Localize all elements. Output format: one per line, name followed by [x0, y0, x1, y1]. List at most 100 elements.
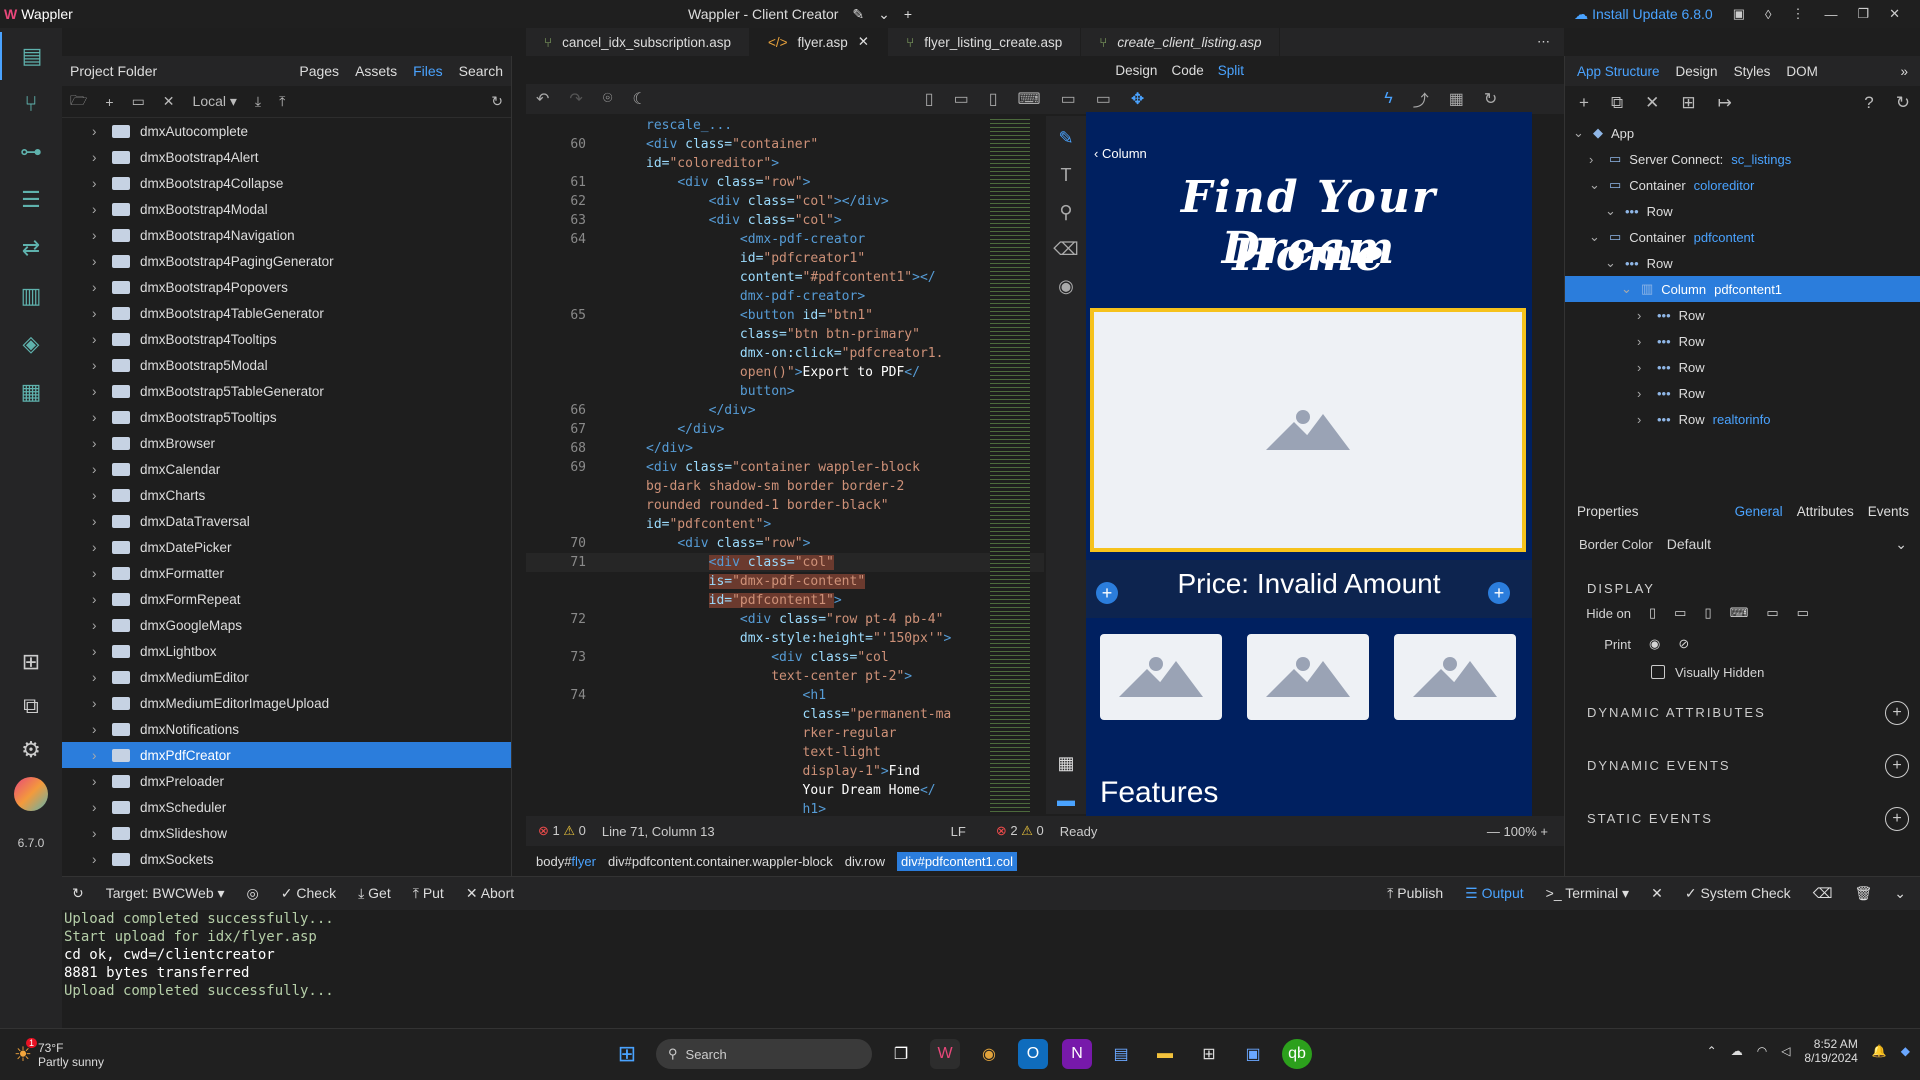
ruler-icon[interactable]: ▬ — [1057, 790, 1075, 811]
chevron-right-icon[interactable]: › — [92, 150, 102, 165]
file-tree-item[interactable]: › dmxBrowser — [62, 430, 511, 456]
code-line[interactable]: dmx-on:click="pdfcreator1. — [526, 344, 1044, 363]
mode-code[interactable]: Code — [1171, 63, 1203, 78]
file-tree-item[interactable]: › dmxSlideshow — [62, 820, 511, 846]
tab-styles[interactable]: Styles — [1734, 64, 1771, 79]
file-tree-item[interactable]: › dmxGoogleMaps — [62, 612, 511, 638]
tab-assets[interactable]: Assets — [355, 63, 397, 79]
file-tree-item[interactable]: › dmxCalendar — [62, 456, 511, 482]
notifications-icon[interactable]: 🔔 — [1872, 1044, 1887, 1058]
column-breadcrumb-label[interactable]: ‹ Column — [1094, 146, 1147, 161]
code-line[interactable]: Your Dream Home</ — [526, 781, 1044, 800]
file-tree-item[interactable]: › dmxDatePicker — [62, 534, 511, 560]
price-text[interactable]: Price: Invalid Amount — [1086, 568, 1532, 600]
code-line[interactable]: 62 <div class="col"></div> — [526, 192, 1044, 211]
chevron-right-icon[interactable]: › — [92, 280, 102, 295]
device-wide-icon[interactable]: ▭ — [1096, 89, 1111, 109]
cursor-position[interactable]: Line 71, Column 13 — [602, 824, 715, 839]
file-tree-item[interactable]: › dmxFormatter — [62, 560, 511, 586]
clear-output-icon[interactable]: ⌫ — [1813, 885, 1833, 902]
hide-laptop-icon[interactable]: ⌨ — [1730, 605, 1749, 621]
get-button[interactable]: ⤓ Get — [358, 885, 391, 902]
accessibility-icon[interactable]: ⚲ — [1059, 202, 1072, 223]
tab-create-client-listing[interactable]: ⑂ create_client_listing.asp — [1081, 28, 1281, 56]
task-view-icon[interactable]: ❐ — [886, 1039, 916, 1069]
code-line[interactable]: id="pdfcreator1" — [526, 249, 1044, 268]
dark-mode-icon[interactable]: ☾ — [632, 89, 646, 109]
file-explorer-icon[interactable]: ▬ — [1150, 1039, 1180, 1069]
hide-phone-icon[interactable]: ▯ — [1649, 605, 1656, 621]
file-tree-item[interactable]: › dmxBootstrap4Modal — [62, 196, 511, 222]
device-tablet-icon[interactable]: ▯ — [989, 89, 998, 109]
tab-app-structure[interactable]: App Structure — [1577, 64, 1660, 79]
code-line[interactable]: dmx-style:height="'150px'"> — [526, 629, 1044, 648]
tree-node[interactable]: ⌄ ▭ Container pdfcontent — [1565, 224, 1920, 250]
files-icon[interactable]: ▤ — [0, 32, 62, 80]
app-icon[interactable]: ▣ — [1238, 1039, 1268, 1069]
add-static-event-icon[interactable]: + — [1885, 806, 1909, 831]
device-desktop-icon[interactable]: ▭ — [1061, 89, 1076, 109]
code-line[interactable]: 72 <div class="row pt-4 pb-4" — [526, 610, 1044, 629]
chevron-right-icon[interactable]: › — [92, 332, 102, 347]
mode-split[interactable]: Split — [1218, 63, 1244, 78]
taskbar-search[interactable]: ⚲ Search — [656, 1039, 872, 1069]
chevron-right-icon[interactable]: › — [92, 566, 102, 581]
tab-pages[interactable]: Pages — [299, 63, 339, 79]
new-folder-icon[interactable]: ▭ — [132, 93, 145, 110]
add-component-icon[interactable]: + — [1579, 93, 1589, 113]
quickbooks-icon[interactable]: qb — [1282, 1039, 1312, 1069]
share-icon[interactable]: ⤴ — [1413, 87, 1429, 111]
add-icon[interactable]: + — [904, 6, 912, 22]
chevron-icon[interactable]: › — [1589, 152, 1601, 167]
code-line[interactable]: id="pdfcontent1"> — [526, 591, 1044, 610]
tree-node[interactable]: › ••• Row — [1565, 354, 1920, 380]
device-laptop-icon[interactable]: ⌨ — [1018, 89, 1041, 109]
code-line[interactable]: content="#pdfcontent1"></ — [526, 268, 1044, 287]
chevron-icon[interactable]: ⌄ — [1573, 125, 1585, 141]
chevron-right-icon[interactable]: › — [92, 696, 102, 711]
crumb-container[interactable]: div#pdfcontent.container.wappler-block — [608, 854, 833, 869]
file-tree-item[interactable]: › dmxDataTraversal — [62, 508, 511, 534]
code-line[interactable]: class="btn btn-primary" — [526, 325, 1044, 344]
chevron-icon[interactable]: › — [1637, 386, 1649, 401]
collapse-output-icon[interactable]: ⌄ — [1894, 885, 1920, 902]
routing-icon[interactable]: ⇄ — [0, 224, 62, 272]
store-icon[interactable]: ⊞ — [1194, 1039, 1224, 1069]
device-phone-landscape-icon[interactable]: ▭ — [954, 89, 969, 109]
hide-wide-icon[interactable]: ▭ — [1797, 605, 1809, 621]
code-line[interactable]: 60 <div class="container" — [526, 135, 1044, 154]
code-line[interactable]: 64 <dmx-pdf-creator — [526, 230, 1044, 249]
move-icon[interactable]: ✥ — [1131, 89, 1144, 109]
code-line[interactable]: dmx-pdf-creator> — [526, 287, 1044, 306]
tab-dom[interactable]: DOM — [1786, 64, 1818, 79]
code-line[interactable]: 73 <div class="col — [526, 648, 1044, 667]
clock[interactable]: 8:52 AM 8/19/2024 — [1804, 1037, 1857, 1065]
publish-button[interactable]: ⤒ Publish — [1387, 885, 1443, 902]
chevron-right-icon[interactable]: › — [92, 462, 102, 477]
chevron-right-icon[interactable]: › — [92, 826, 102, 841]
code-line[interactable]: 69 <div class="container wappler-block — [526, 458, 1044, 477]
file-tree-item[interactable]: › dmxFormRepeat — [62, 586, 511, 612]
tree-node[interactable]: ⌄ ••• Row — [1565, 250, 1920, 276]
chevron-right-icon[interactable]: › — [92, 254, 102, 269]
chevron-right-icon[interactable]: › — [92, 644, 102, 659]
wifi-icon[interactable]: ◠ — [1757, 1044, 1767, 1058]
terminal-tab[interactable]: >_ Terminal ▾ — [1546, 885, 1629, 902]
tasks-icon[interactable]: ▦ — [0, 368, 62, 416]
help-icon[interactable]: ? — [1864, 93, 1873, 113]
tab-files[interactable]: Files — [413, 63, 443, 79]
wappler-taskbar-icon[interactable]: W — [930, 1039, 960, 1069]
tree-node[interactable]: › ••• Row — [1565, 380, 1920, 406]
windows-start-icon[interactable]: ⊞ — [612, 1039, 642, 1069]
code-line[interactable]: 70 <div class="row"> — [526, 534, 1044, 553]
onenote-icon[interactable]: N — [1062, 1039, 1092, 1069]
location-select[interactable]: Local ▾ — [193, 93, 237, 110]
outlook-icon[interactable]: O — [1018, 1039, 1048, 1069]
dynamic-attributes-section[interactable]: DYNAMIC ATTRIBUTES + — [1565, 686, 1920, 739]
chevron-right-icon[interactable]: › — [92, 618, 102, 633]
collapse-panel-icon[interactable]: » — [1900, 64, 1920, 79]
chevron-right-icon[interactable]: › — [92, 384, 102, 399]
chevron-icon[interactable]: ⌄ — [1589, 177, 1601, 193]
download-icon[interactable]: ⤓ — [255, 93, 261, 110]
mode-design[interactable]: Design — [1115, 63, 1157, 78]
